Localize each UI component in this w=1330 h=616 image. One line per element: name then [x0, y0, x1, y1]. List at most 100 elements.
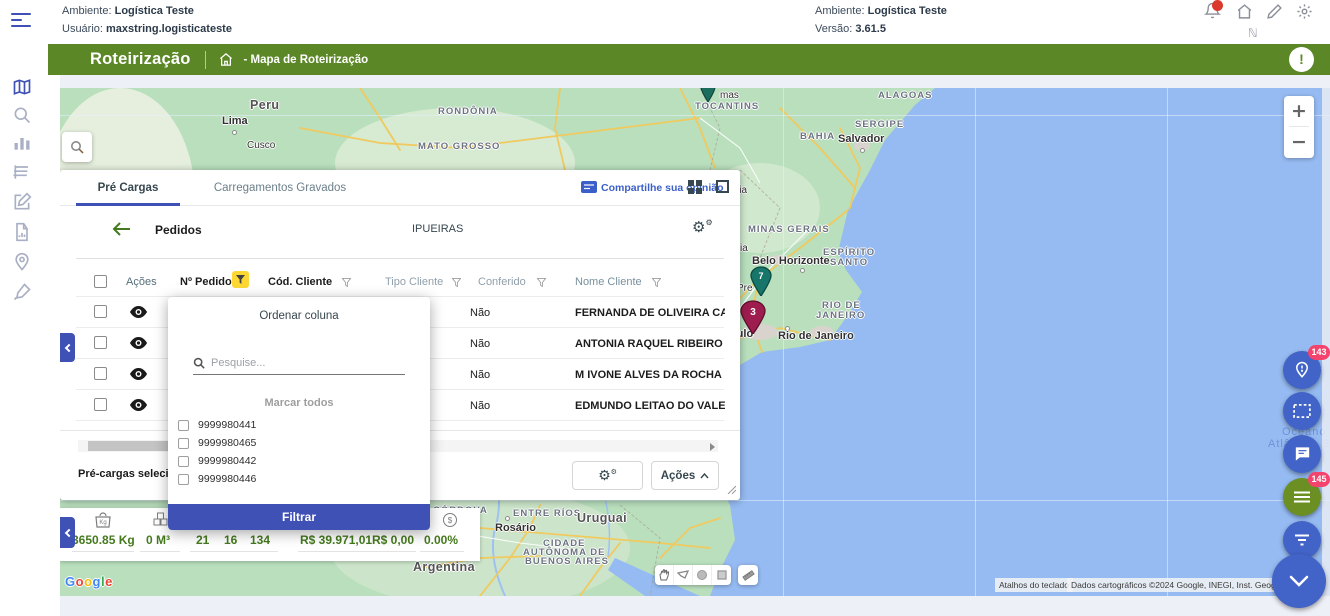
column-settings-gears-icon[interactable]: ⚙⚙ [692, 218, 713, 236]
col-header-pedido[interactable]: Nº Pedido [180, 276, 232, 288]
svg-text:$: $ [448, 516, 453, 525]
map-pin-small[interactable] [700, 88, 716, 107]
sidebar-item-chart-icon[interactable] [12, 133, 32, 153]
badge-locations: 143 [1308, 345, 1330, 360]
tab-pre-cargas[interactable]: Pré Cargas [76, 170, 180, 206]
row-checkbox[interactable] [94, 305, 107, 318]
col-header-nome-cliente[interactable]: Nome Cliente [575, 276, 642, 288]
sidebar-item-map-icon[interactable] [12, 77, 32, 97]
divider [246, 551, 278, 552]
search-underline [193, 374, 405, 375]
fab-select-area-button[interactable] [1283, 392, 1321, 430]
option-checkbox[interactable] [178, 474, 189, 485]
option-label[interactable]: 9999980441 [198, 419, 256, 431]
view-eye-icon[interactable] [130, 306, 147, 318]
fab-expand-button[interactable] [1272, 554, 1326, 608]
sidebar-item-search-icon[interactable] [12, 105, 32, 125]
breadcrumb-home-icon[interactable] [218, 52, 234, 67]
notifications-bell-icon[interactable] [1204, 2, 1221, 24]
filter-icon[interactable] [537, 274, 546, 292]
city-dot [505, 516, 510, 521]
panel-collapse-handle[interactable] [60, 333, 75, 362]
map-draw-toolbar[interactable] [655, 565, 731, 585]
ruler-tool-icon[interactable] [738, 565, 758, 585]
city-dot [800, 268, 805, 273]
circle-tool-icon[interactable] [693, 565, 712, 585]
filter-icon-active[interactable] [232, 271, 249, 288]
resize-handle[interactable] [726, 484, 736, 494]
divider [140, 551, 180, 552]
polygon-tool-icon[interactable] [674, 565, 693, 585]
select-all-checkbox[interactable] [94, 275, 107, 288]
option-checkbox[interactable] [178, 420, 189, 431]
map-search-button[interactable] [62, 132, 92, 162]
alert-button[interactable]: ! [1289, 47, 1314, 72]
fab-chat-button[interactable] [1283, 435, 1321, 473]
footer-settings-button[interactable]: ⚙⚙ [572, 461, 643, 490]
totals-collapse-handle[interactable] [60, 517, 75, 548]
rectangle-tool-icon[interactable] [712, 565, 731, 585]
sidebar-item-edit-icon[interactable] [12, 192, 32, 212]
menu-icon[interactable] [11, 13, 31, 31]
zoom-in-button[interactable]: + [1284, 96, 1314, 126]
graticule-line [60, 115, 1330, 116]
acoes-button[interactable]: Ações [651, 461, 719, 490]
maximize-icon[interactable] [716, 180, 729, 193]
view-eye-icon[interactable] [130, 368, 147, 380]
map-label-state: MINAS GERAIS [748, 224, 830, 235]
sidebar-item-report-icon[interactable] [12, 222, 32, 242]
row-checkbox[interactable] [94, 367, 107, 380]
grid-view-icon[interactable] [688, 180, 702, 194]
home-icon[interactable] [1236, 3, 1253, 25]
map-pin-cluster-3[interactable]: 3 [740, 300, 766, 339]
stat-volume: 0 M³ [146, 533, 170, 547]
city-name: IPUEIRAS [412, 223, 463, 235]
row-checkbox[interactable] [94, 336, 107, 349]
graticule-line [975, 88, 976, 596]
map-label-country: Uruguai [577, 511, 627, 525]
zoom-out-button[interactable]: − [1284, 127, 1314, 157]
option-label[interactable]: 9999980465 [198, 437, 256, 449]
row-checkbox[interactable] [94, 398, 107, 411]
pan-hand-icon[interactable] [655, 565, 674, 585]
col-header-tipo-cliente[interactable]: Tipo Cliente [385, 276, 443, 288]
stat-total-value: R$ 39.971,01 [300, 533, 372, 547]
feedback-link[interactable]: Compartilhe sua opinião [601, 182, 724, 194]
stat-percent: 0.00% [424, 533, 458, 547]
search-input[interactable]: Pesquise... [211, 357, 265, 369]
settings-gear-icon[interactable] [1296, 3, 1313, 25]
col-header-conferido[interactable]: Conferido [478, 276, 526, 288]
filter-icon[interactable] [652, 274, 661, 292]
col-header-cod-cliente[interactable]: Cód. Cliente [268, 276, 332, 288]
map-label-city: Cusco [247, 140, 275, 151]
divider [420, 551, 464, 552]
map-zoom-control[interactable]: + − [1284, 96, 1314, 158]
option-label[interactable]: 9999980442 [198, 455, 256, 467]
edit-pencil-icon[interactable] [1266, 3, 1283, 25]
view-eye-icon[interactable] [130, 337, 147, 349]
filter-icon[interactable] [342, 274, 351, 292]
notification-dot [1212, 0, 1223, 11]
map-label-state: MATO GROSSO [418, 141, 500, 152]
tab-carregamentos-gravados[interactable]: Carregamentos Gravados [180, 170, 380, 206]
view-eye-icon[interactable] [130, 399, 147, 411]
marquee-selection-icon [1293, 404, 1311, 418]
back-arrow-icon[interactable] [112, 222, 130, 236]
map-pin-cluster-7[interactable]: 7 [750, 266, 772, 301]
map-label-city: ia [740, 243, 748, 254]
map-label-city: Rosário [495, 522, 536, 534]
sidebar-item-marker-tool-icon[interactable] [12, 282, 32, 302]
sidebar-item-pin-icon[interactable] [12, 252, 32, 272]
keyboard-shortcuts-link[interactable]: Atalhos do teclado [995, 578, 1073, 592]
select-all-label[interactable]: Marcar todos [168, 397, 430, 409]
filter-icon[interactable] [452, 274, 461, 292]
sidebar-item-routes-icon[interactable] [12, 162, 32, 182]
feedback-icon [581, 181, 597, 193]
scroll-right-arrow[interactable] [710, 443, 715, 451]
filtrar-button[interactable]: Filtrar [168, 504, 430, 530]
divider [368, 551, 416, 552]
option-label[interactable]: 9999980446 [198, 473, 256, 485]
option-checkbox[interactable] [178, 438, 189, 449]
option-checkbox[interactable] [178, 456, 189, 467]
coin-percent-icon: $ [442, 512, 458, 528]
